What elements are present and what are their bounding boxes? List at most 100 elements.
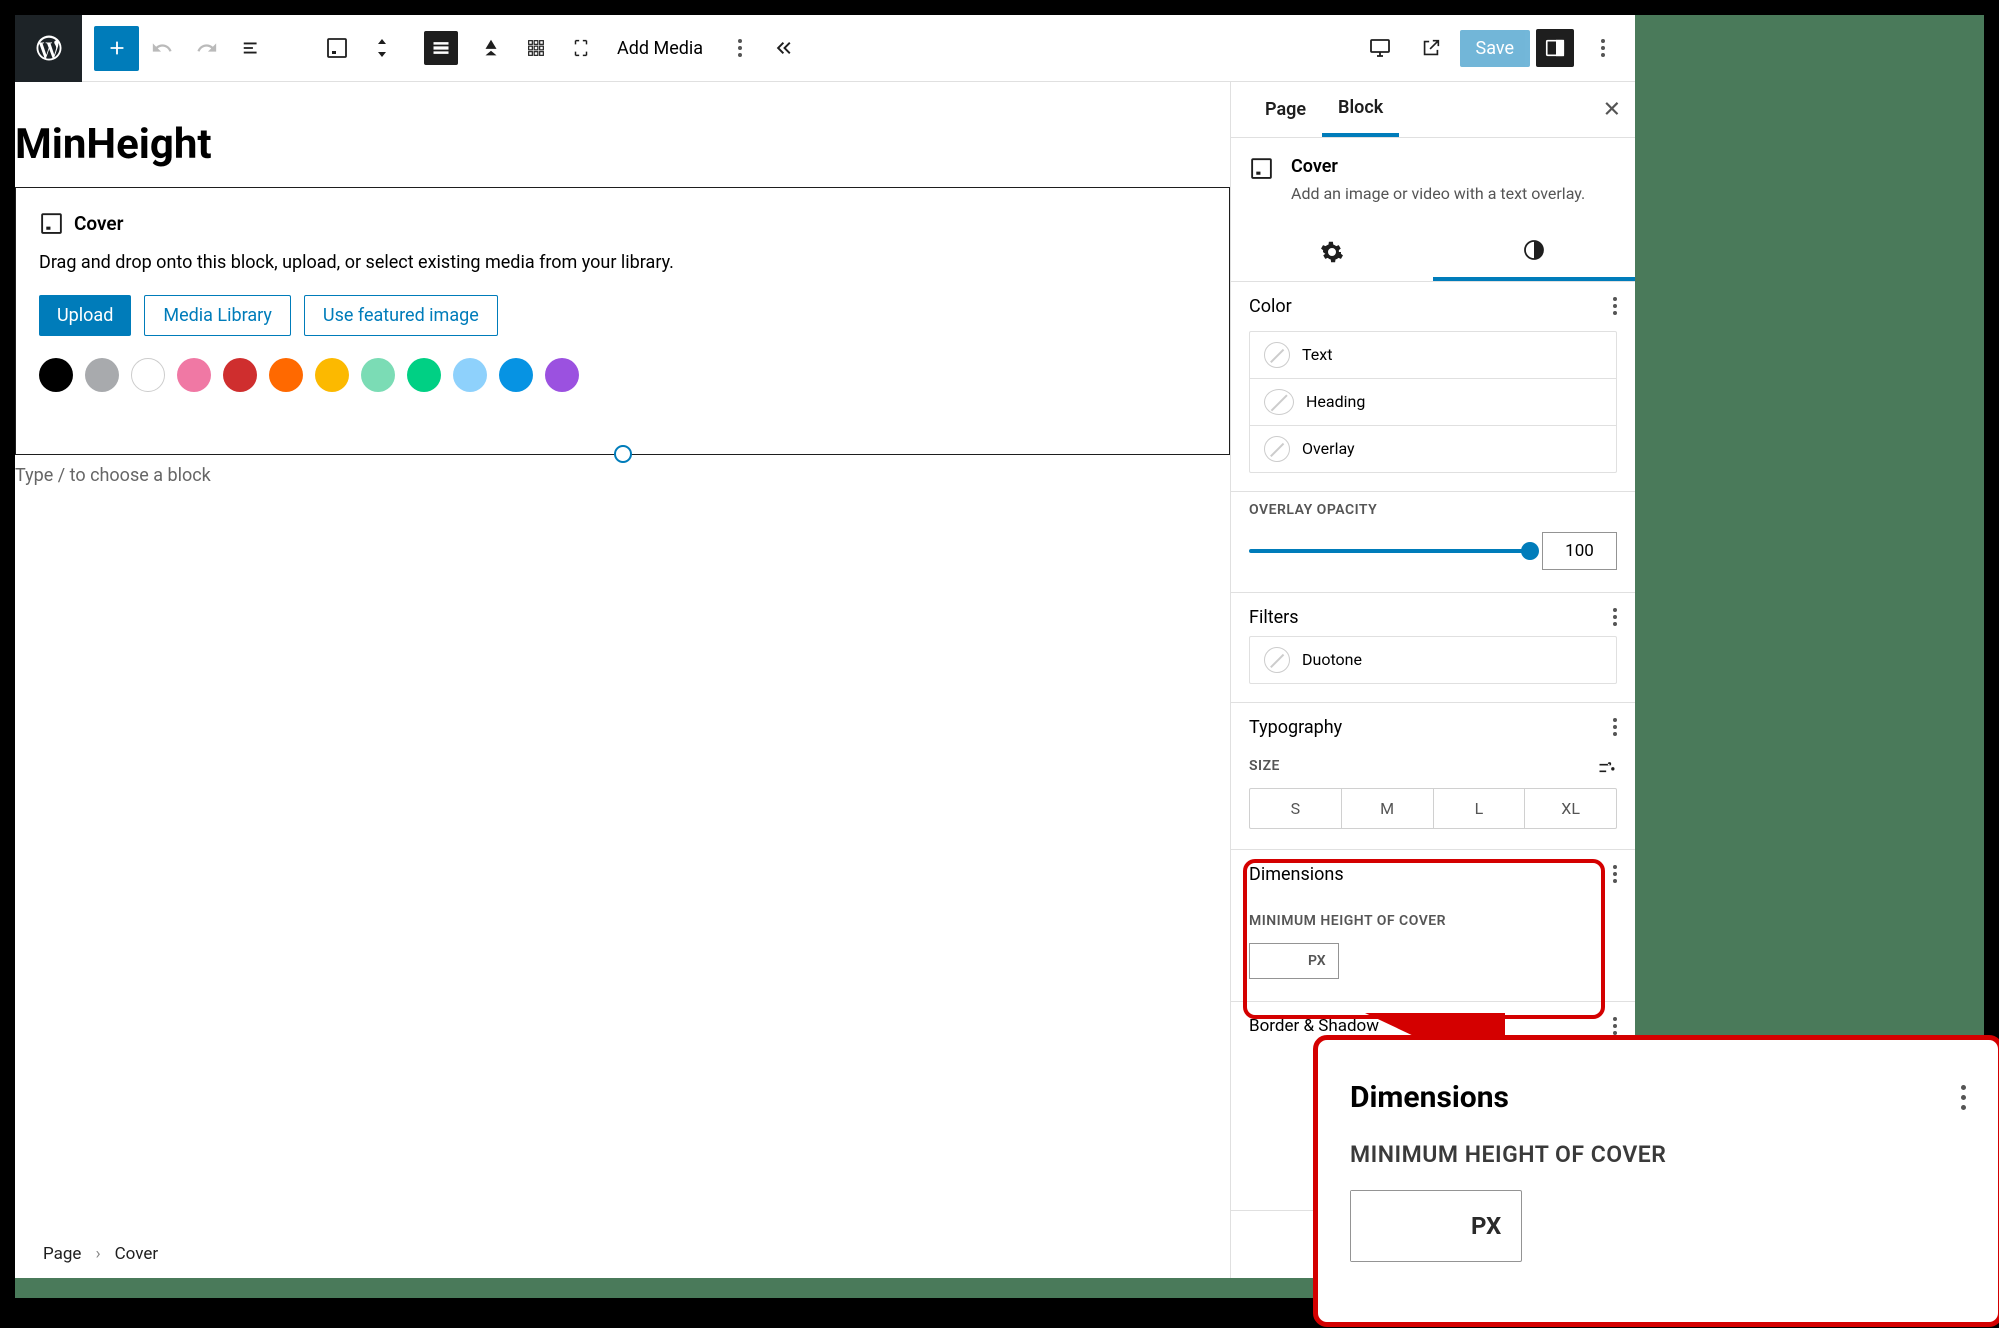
dimensions-panel: Dimensions MINIMUM HEIGHT OF COVER PX [1231,850,1635,1002]
none-color-icon [1264,436,1290,462]
style-tabs [1231,223,1635,282]
align-full-icon [431,38,451,58]
kebab-icon [1961,1085,1966,1110]
upload-button[interactable]: Upload [39,295,131,336]
color-swatch[interactable] [177,358,211,392]
color-heading-label: Heading [1306,392,1365,411]
plus-icon [106,37,128,59]
use-featured-image-button[interactable]: Use featured image [304,295,498,336]
cover-block[interactable]: Cover Drag and drop onto this block, upl… [15,187,1230,455]
add-media-button[interactable]: Add Media [603,26,717,71]
color-swatch[interactable] [545,358,579,392]
kebab-icon [1613,865,1617,883]
size-settings-button[interactable] [1597,758,1617,778]
background: Add Media Save MinHeight Cover [15,15,1984,1298]
color-heading-row[interactable]: Heading [1250,379,1616,426]
block-description: Add an image or video with a text overla… [1291,183,1585,205]
breadcrumb: Page › Cover [15,1230,1230,1278]
dimensions-panel-menu[interactable] [1613,865,1617,883]
color-swatch[interactable] [361,358,395,392]
view-desktop-button[interactable] [1358,26,1403,71]
color-swatch[interactable] [453,358,487,392]
callout-min-height-input[interactable] [1351,1191,1471,1261]
slider-track [1249,549,1530,553]
slider-thumb[interactable] [1521,542,1539,560]
color-swatch[interactable] [223,358,257,392]
color-swatch[interactable] [39,358,73,392]
media-library-button[interactable]: Media Library [144,295,291,336]
duotone-row[interactable]: Duotone [1250,637,1616,683]
tab-block[interactable]: Block [1322,82,1399,137]
document-overview-button[interactable] [229,26,274,71]
filters-panel-menu[interactable] [1613,608,1617,626]
redo-button[interactable] [184,26,229,71]
breadcrumb-current[interactable]: Cover [115,1244,159,1264]
chevron-updown-icon [374,37,390,59]
desktop-icon [1368,36,1392,60]
callout-menu[interactable] [1961,1085,1966,1110]
breadcrumb-root[interactable]: Page [43,1244,81,1264]
wordpress-logo[interactable] [15,15,82,82]
color-swatch[interactable] [499,358,533,392]
undo-button[interactable] [139,26,184,71]
close-sidebar-button[interactable]: ✕ [1603,97,1621,122]
size-button-m[interactable]: M [1342,789,1434,828]
open-new-tab-button[interactable] [1409,26,1454,71]
grid-icon [525,37,547,59]
filters-panel-title: Filters [1249,607,1299,628]
color-swatch[interactable] [85,358,119,392]
color-text-row[interactable]: Text [1250,332,1616,379]
page-title[interactable]: MinHeight [15,100,1230,187]
filters-panel: Filters Duotone [1231,593,1635,703]
opacity-value-input[interactable]: 100 [1542,532,1617,570]
color-swatch[interactable] [269,358,303,392]
color-overlay-row[interactable]: Overlay [1250,426,1616,472]
color-swatch[interactable] [131,358,165,392]
block-info: Cover Add an image or video with a text … [1231,138,1635,223]
block-placeholder[interactable]: Type / to choose a block [15,459,1230,486]
sidebar-tabs: Page Block ✕ [1231,82,1635,138]
settings-panel-toggle[interactable] [1536,29,1574,67]
callout-dimensions: Dimensions MINIMUM HEIGHT OF COVER PX [1313,1035,1999,1327]
min-height-unit[interactable]: PX [1306,953,1338,969]
overlay-opacity-label: OVERLAY OPACITY [1249,502,1617,518]
fullheight-button[interactable] [558,26,603,71]
color-text-label: Text [1302,345,1332,364]
save-button[interactable]: Save [1460,30,1531,67]
wordpress-icon [34,33,64,63]
border-shadow-title: Border & Shadow [1249,1016,1379,1036]
kebab-icon [1613,297,1617,315]
redo-icon [196,37,218,59]
callout-unit[interactable]: PX [1471,1212,1521,1240]
more-options-button[interactable] [1580,26,1625,71]
cover-block-icon [39,211,64,236]
move-updown-button[interactable] [359,26,404,71]
size-button-l[interactable]: L [1434,789,1526,828]
resize-handle[interactable] [614,445,632,463]
opacity-slider[interactable] [1249,539,1530,563]
fullheight-icon [570,37,592,59]
styles-tab[interactable] [1433,223,1635,281]
border-panel-menu[interactable] [1613,1017,1617,1035]
list-icon [241,37,263,59]
align-button[interactable] [424,31,458,65]
content-position-button[interactable] [468,26,513,71]
typography-panel-menu[interactable] [1613,718,1617,736]
min-height-input[interactable] [1250,944,1306,978]
tab-page[interactable]: Page [1249,82,1322,137]
size-button-xl[interactable]: XL [1525,789,1616,828]
content-align-button[interactable] [513,26,558,71]
settings-tab[interactable] [1231,223,1433,281]
cover-type-button[interactable] [314,26,359,71]
block-options-button[interactable] [717,26,762,71]
kebab-icon [1613,718,1617,736]
chevron-double-left-icon [774,37,796,59]
collapse-toolbar-button[interactable] [762,26,807,71]
color-swatch[interactable] [407,358,441,392]
color-panel-menu[interactable] [1613,297,1617,315]
color-swatch[interactable] [315,358,349,392]
size-button-s[interactable]: S [1250,789,1342,828]
cover-block-label: Cover [74,212,124,235]
sidebar-icon [1544,37,1566,59]
add-block-button[interactable] [94,26,139,71]
